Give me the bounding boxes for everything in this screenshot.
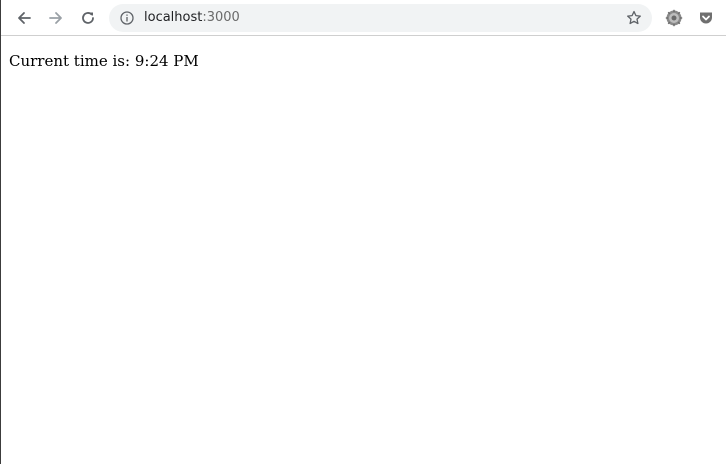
info-icon[interactable] (119, 10, 135, 26)
extension-button-1[interactable] (665, 9, 683, 27)
back-button[interactable] (11, 5, 37, 31)
extension-button-2[interactable] (697, 9, 715, 27)
gear-extension-icon (665, 9, 683, 27)
url-text[interactable]: localhost:3000 (144, 10, 240, 26)
arrow-right-icon (49, 12, 62, 24)
url-port: :3000 (202, 10, 240, 25)
star-icon[interactable] (626, 10, 642, 26)
forward-button[interactable] (43, 5, 69, 31)
url-host: localhost (144, 10, 203, 25)
arrow-left-icon (18, 12, 31, 24)
pocket-icon (700, 12, 712, 24)
reload-icon (82, 12, 94, 24)
current-time-value: 9:24 PM (134, 52, 199, 70)
browser-toolbar: localhost:3000 (1, 0, 726, 36)
reload-button[interactable] (75, 5, 101, 31)
current-time-label: Current time is: (9, 52, 131, 70)
page-content: Current time is: 9:24 PM (9, 52, 199, 70)
browser-window: localhost:3000 Current time is: 9:24 PM (0, 0, 726, 464)
address-bar[interactable]: localhost:3000 (109, 4, 652, 32)
